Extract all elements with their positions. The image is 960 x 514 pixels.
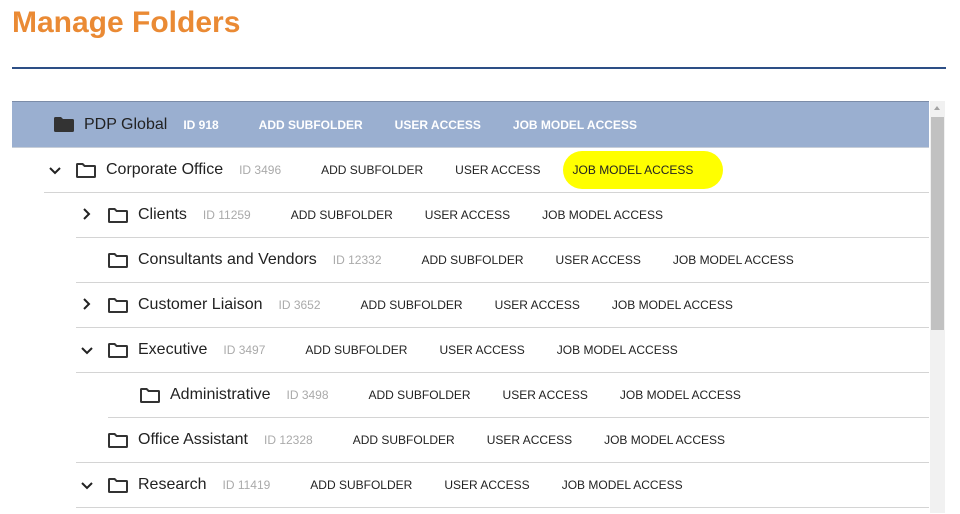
- job-model-access-button[interactable]: JOB MODEL ACCESS: [673, 253, 794, 267]
- user-access-button[interactable]: USER ACCESS: [556, 253, 641, 267]
- chevron-down-icon[interactable]: [76, 342, 98, 358]
- job-model-access-label: JOB MODEL ACCESS: [619, 388, 741, 402]
- folder-row[interactable]: Executive ID 3497 ADD SUBFOLDER USER ACCESS…: [76, 328, 929, 373]
- folder-id: ID 11419: [222, 478, 271, 492]
- job-model-access-button[interactable]: JOB MODEL ACCESS: [513, 118, 637, 132]
- folder-name[interactable]: Administrative: [170, 386, 270, 404]
- add-subfolder-button[interactable]: ADD SUBFOLDER: [361, 298, 463, 312]
- folder-icon: [108, 432, 128, 448]
- job-model-access-label: JOB MODEL ACCESS: [561, 478, 683, 492]
- folder-id: ID 11259: [202, 208, 251, 222]
- page-title: Manage Folders: [12, 6, 241, 39]
- folder-name[interactable]: Customer Liaison: [138, 296, 263, 314]
- user-access-button[interactable]: USER ACCESS: [425, 208, 510, 222]
- scrollbar[interactable]: [930, 101, 945, 513]
- job-model-access-label: JOB MODEL ACCESS: [611, 298, 733, 312]
- add-subfolder-button[interactable]: ADD SUBFOLDER: [353, 433, 455, 447]
- chevron-right-icon[interactable]: [76, 207, 98, 223]
- job-model-access-label: JOB MODEL ACCESS: [672, 253, 794, 267]
- folder-id: ID 3496: [239, 163, 282, 177]
- folder-icon: [108, 342, 128, 358]
- folder-icon: [54, 117, 74, 132]
- user-access-button[interactable]: USER ACCESS: [439, 343, 524, 357]
- add-subfolder-button[interactable]: ADD SUBFOLDER: [305, 343, 407, 357]
- job-model-access-label: JOB MODEL ACCESS: [556, 343, 678, 357]
- user-access-button[interactable]: USER ACCESS: [487, 433, 572, 447]
- add-subfolder-button[interactable]: ADD SUBFOLDER: [369, 388, 471, 402]
- add-subfolder-button[interactable]: ADD SUBFOLDER: [310, 478, 412, 492]
- folder-name[interactable]: PDP Global: [84, 116, 167, 134]
- folder-row[interactable]: Consultants and Vendors ID 12332 ADD SUBFO…: [76, 238, 929, 283]
- user-access-button[interactable]: USER ACCESS: [495, 298, 580, 312]
- folder-tree: PDP Global ID 918 ADD SUBFOLDER USER ACCESS…: [12, 101, 929, 514]
- scroll-up-arrow-icon[interactable]: [934, 106, 940, 110]
- folder-row[interactable]: Customer Liaison ID 3652 ADD SUBFOLDER USER…: [76, 283, 929, 328]
- job-model-access-label: JOB MODEL ACCESS: [542, 208, 664, 222]
- add-subfolder-button[interactable]: ADD SUBFOLDER: [291, 208, 393, 222]
- folder-name[interactable]: Executive: [138, 341, 207, 359]
- job-model-access-label: JOB MODEL ACCESS: [512, 117, 637, 132]
- user-access-button[interactable]: USER ACCESS: [395, 118, 481, 132]
- job-model-access-label: JOB MODEL ACCESS: [604, 433, 725, 447]
- folder-icon: [108, 252, 128, 268]
- add-subfolder-button[interactable]: ADD SUBFOLDER: [422, 253, 524, 267]
- job-model-access-button[interactable]: JOB MODEL ACCESS: [562, 151, 723, 189]
- folder-row[interactable]: Office Assistant ID 12328 ADD SUBFOLDER USE…: [76, 418, 929, 463]
- job-model-access-button[interactable]: JOB MODEL ACCESS: [612, 298, 733, 312]
- folder-id: ID 12332: [332, 253, 382, 267]
- scrollbar-thumb[interactable]: [931, 117, 944, 330]
- folder-icon: [140, 387, 160, 403]
- folder-row[interactable]: Research ID 11419 ADD SUBFOLDER USER ACCESS…: [76, 463, 929, 508]
- folder-row[interactable]: Corporate Office ID 3496 ADD SUBFOLDER USER…: [44, 148, 929, 193]
- divider: [12, 67, 946, 69]
- chevron-down-icon[interactable]: [44, 162, 66, 178]
- folder-id: ID 3497: [223, 343, 266, 357]
- job-model-access-button[interactable]: JOB MODEL ACCESS: [604, 433, 725, 447]
- job-model-access-label: JOB MODEL ACCESS: [572, 163, 694, 177]
- job-model-access-button[interactable]: JOB MODEL ACCESS: [620, 388, 741, 402]
- folder-icon: [108, 477, 128, 493]
- job-model-access-button[interactable]: JOB MODEL ACCESS: [542, 208, 663, 222]
- folder-icon: [108, 297, 128, 313]
- chevron-right-icon[interactable]: [76, 297, 98, 313]
- folder-row[interactable]: Clients ID 11259 ADD SUBFOLDER USER ACCESS J…: [76, 193, 929, 238]
- folder-row[interactable]: Administrative ID 3498 ADD SUBFOLDER USER A…: [108, 373, 929, 418]
- folder-name[interactable]: Research: [138, 476, 206, 494]
- add-subfolder-button[interactable]: ADD SUBFOLDER: [259, 118, 363, 132]
- job-model-access-button[interactable]: JOB MODEL ACCESS: [562, 478, 683, 492]
- folder-id: ID 12328: [263, 433, 313, 447]
- folder-name[interactable]: Corporate Office: [106, 161, 223, 179]
- folder-id: ID 3498: [286, 388, 329, 402]
- folder-name[interactable]: Consultants and Vendors: [138, 251, 317, 269]
- folder-name[interactable]: Office Assistant: [138, 431, 248, 449]
- folder-icon: [108, 207, 128, 223]
- job-model-access-button[interactable]: JOB MODEL ACCESS: [557, 343, 678, 357]
- folder-name[interactable]: Clients: [138, 206, 187, 224]
- folder-id: ID 3652: [278, 298, 321, 312]
- user-access-button[interactable]: USER ACCESS: [503, 388, 588, 402]
- folder-id: ID 918: [183, 117, 219, 132]
- user-access-button[interactable]: USER ACCESS: [455, 163, 540, 177]
- add-subfolder-button[interactable]: ADD SUBFOLDER: [321, 163, 423, 177]
- folder-icon: [76, 162, 96, 178]
- folder-row[interactable]: PDP Global ID 918 ADD SUBFOLDER USER ACCESS…: [12, 102, 929, 148]
- user-access-button[interactable]: USER ACCESS: [444, 478, 529, 492]
- chevron-down-icon[interactable]: [76, 477, 98, 493]
